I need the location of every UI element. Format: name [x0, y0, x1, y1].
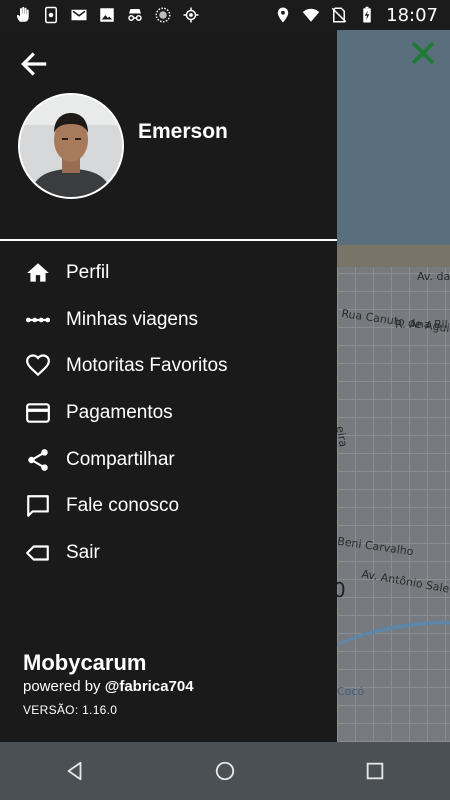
circle-home-icon — [215, 761, 235, 781]
incognito-icon — [128, 9, 142, 21]
logout-tag-icon — [24, 539, 52, 567]
credit-card-icon — [24, 399, 52, 427]
triangle-back-icon — [67, 761, 82, 781]
phone-screen-icon — [45, 6, 57, 24]
menu-item-fale-conosco[interactable]: Fale conosco — [0, 483, 337, 530]
square-recents-icon — [366, 762, 384, 780]
menu-item-label: Compartilhar — [66, 448, 175, 470]
map-background[interactable]: Av. da R. Ana Bil Rua Canuto de Aguia ei… — [337, 30, 450, 742]
no-sim-icon — [331, 7, 347, 23]
gmail-icon — [71, 9, 87, 21]
menu-item-label: Pagamentos — [66, 402, 173, 424]
location-target-icon — [183, 7, 199, 23]
drawer-menu: Perfil Minhas viagens Motoritas Favorito… — [0, 250, 337, 576]
chat-icon — [24, 492, 52, 520]
share-icon — [24, 446, 52, 474]
battery-charging-icon — [363, 6, 371, 23]
powered-brand[interactable]: @fabrica704 — [105, 678, 194, 695]
heart-icon — [24, 352, 52, 380]
powered-by: powered by @fabrica704 — [23, 678, 194, 695]
system-nav-bar — [0, 742, 450, 800]
map-beach — [337, 245, 450, 267]
drawer-footer: Mobycarum powered by @fabrica704 VERSÃO:… — [23, 650, 194, 717]
menu-item-minhas-viagens[interactable]: Minhas viagens — [0, 297, 337, 344]
user-name: Emerson — [138, 120, 228, 143]
nav-recents-button[interactable] — [355, 751, 395, 791]
dots-route-icon — [24, 306, 52, 334]
menu-item-sair[interactable]: Sair — [0, 530, 337, 577]
menu-item-compartilhar[interactable]: Compartilhar — [0, 436, 337, 483]
powered-prefix: powered by — [23, 678, 105, 695]
divider — [0, 239, 337, 241]
close-icon[interactable] — [410, 40, 436, 66]
avatar[interactable] — [18, 93, 124, 199]
menu-item-label: Motoritas Favoritos — [66, 355, 228, 377]
menu-item-pagamentos[interactable]: Pagamentos — [0, 390, 337, 437]
navigation-drawer: Emerson Perfil Minhas viagens Motoritas … — [0, 30, 337, 742]
back-arrow-icon[interactable] — [18, 48, 50, 80]
home-icon — [24, 259, 52, 287]
nav-home-button[interactable] — [205, 751, 245, 791]
menu-item-label: Minhas viagens — [66, 308, 199, 330]
menu-item-motoritas-favoritos[interactable]: Motoritas Favoritos — [0, 343, 337, 390]
circle-pattern-icon — [155, 7, 171, 23]
location-icon — [277, 7, 289, 23]
map-label: Av. da — [417, 270, 450, 283]
app-version: VERSÃO: 1.16.0 — [23, 703, 118, 717]
status-bar: 18:07 — [0, 0, 450, 30]
menu-item-perfil[interactable]: Perfil — [0, 250, 337, 297]
status-time: 18:07 — [386, 4, 438, 26]
app-name: Mobycarum — [23, 650, 147, 675]
map-label: 0 — [337, 578, 346, 602]
menu-item-label: Perfil — [66, 262, 110, 284]
menu-item-label: Sair — [66, 541, 100, 563]
avatar-photo — [20, 95, 122, 197]
hand-icon — [17, 6, 29, 22]
menu-item-label: Fale conosco — [66, 495, 180, 517]
wifi-icon — [302, 8, 320, 22]
image-icon — [100, 8, 114, 22]
nav-back-button[interactable] — [55, 751, 95, 791]
map-label: Cocó — [337, 685, 365, 698]
